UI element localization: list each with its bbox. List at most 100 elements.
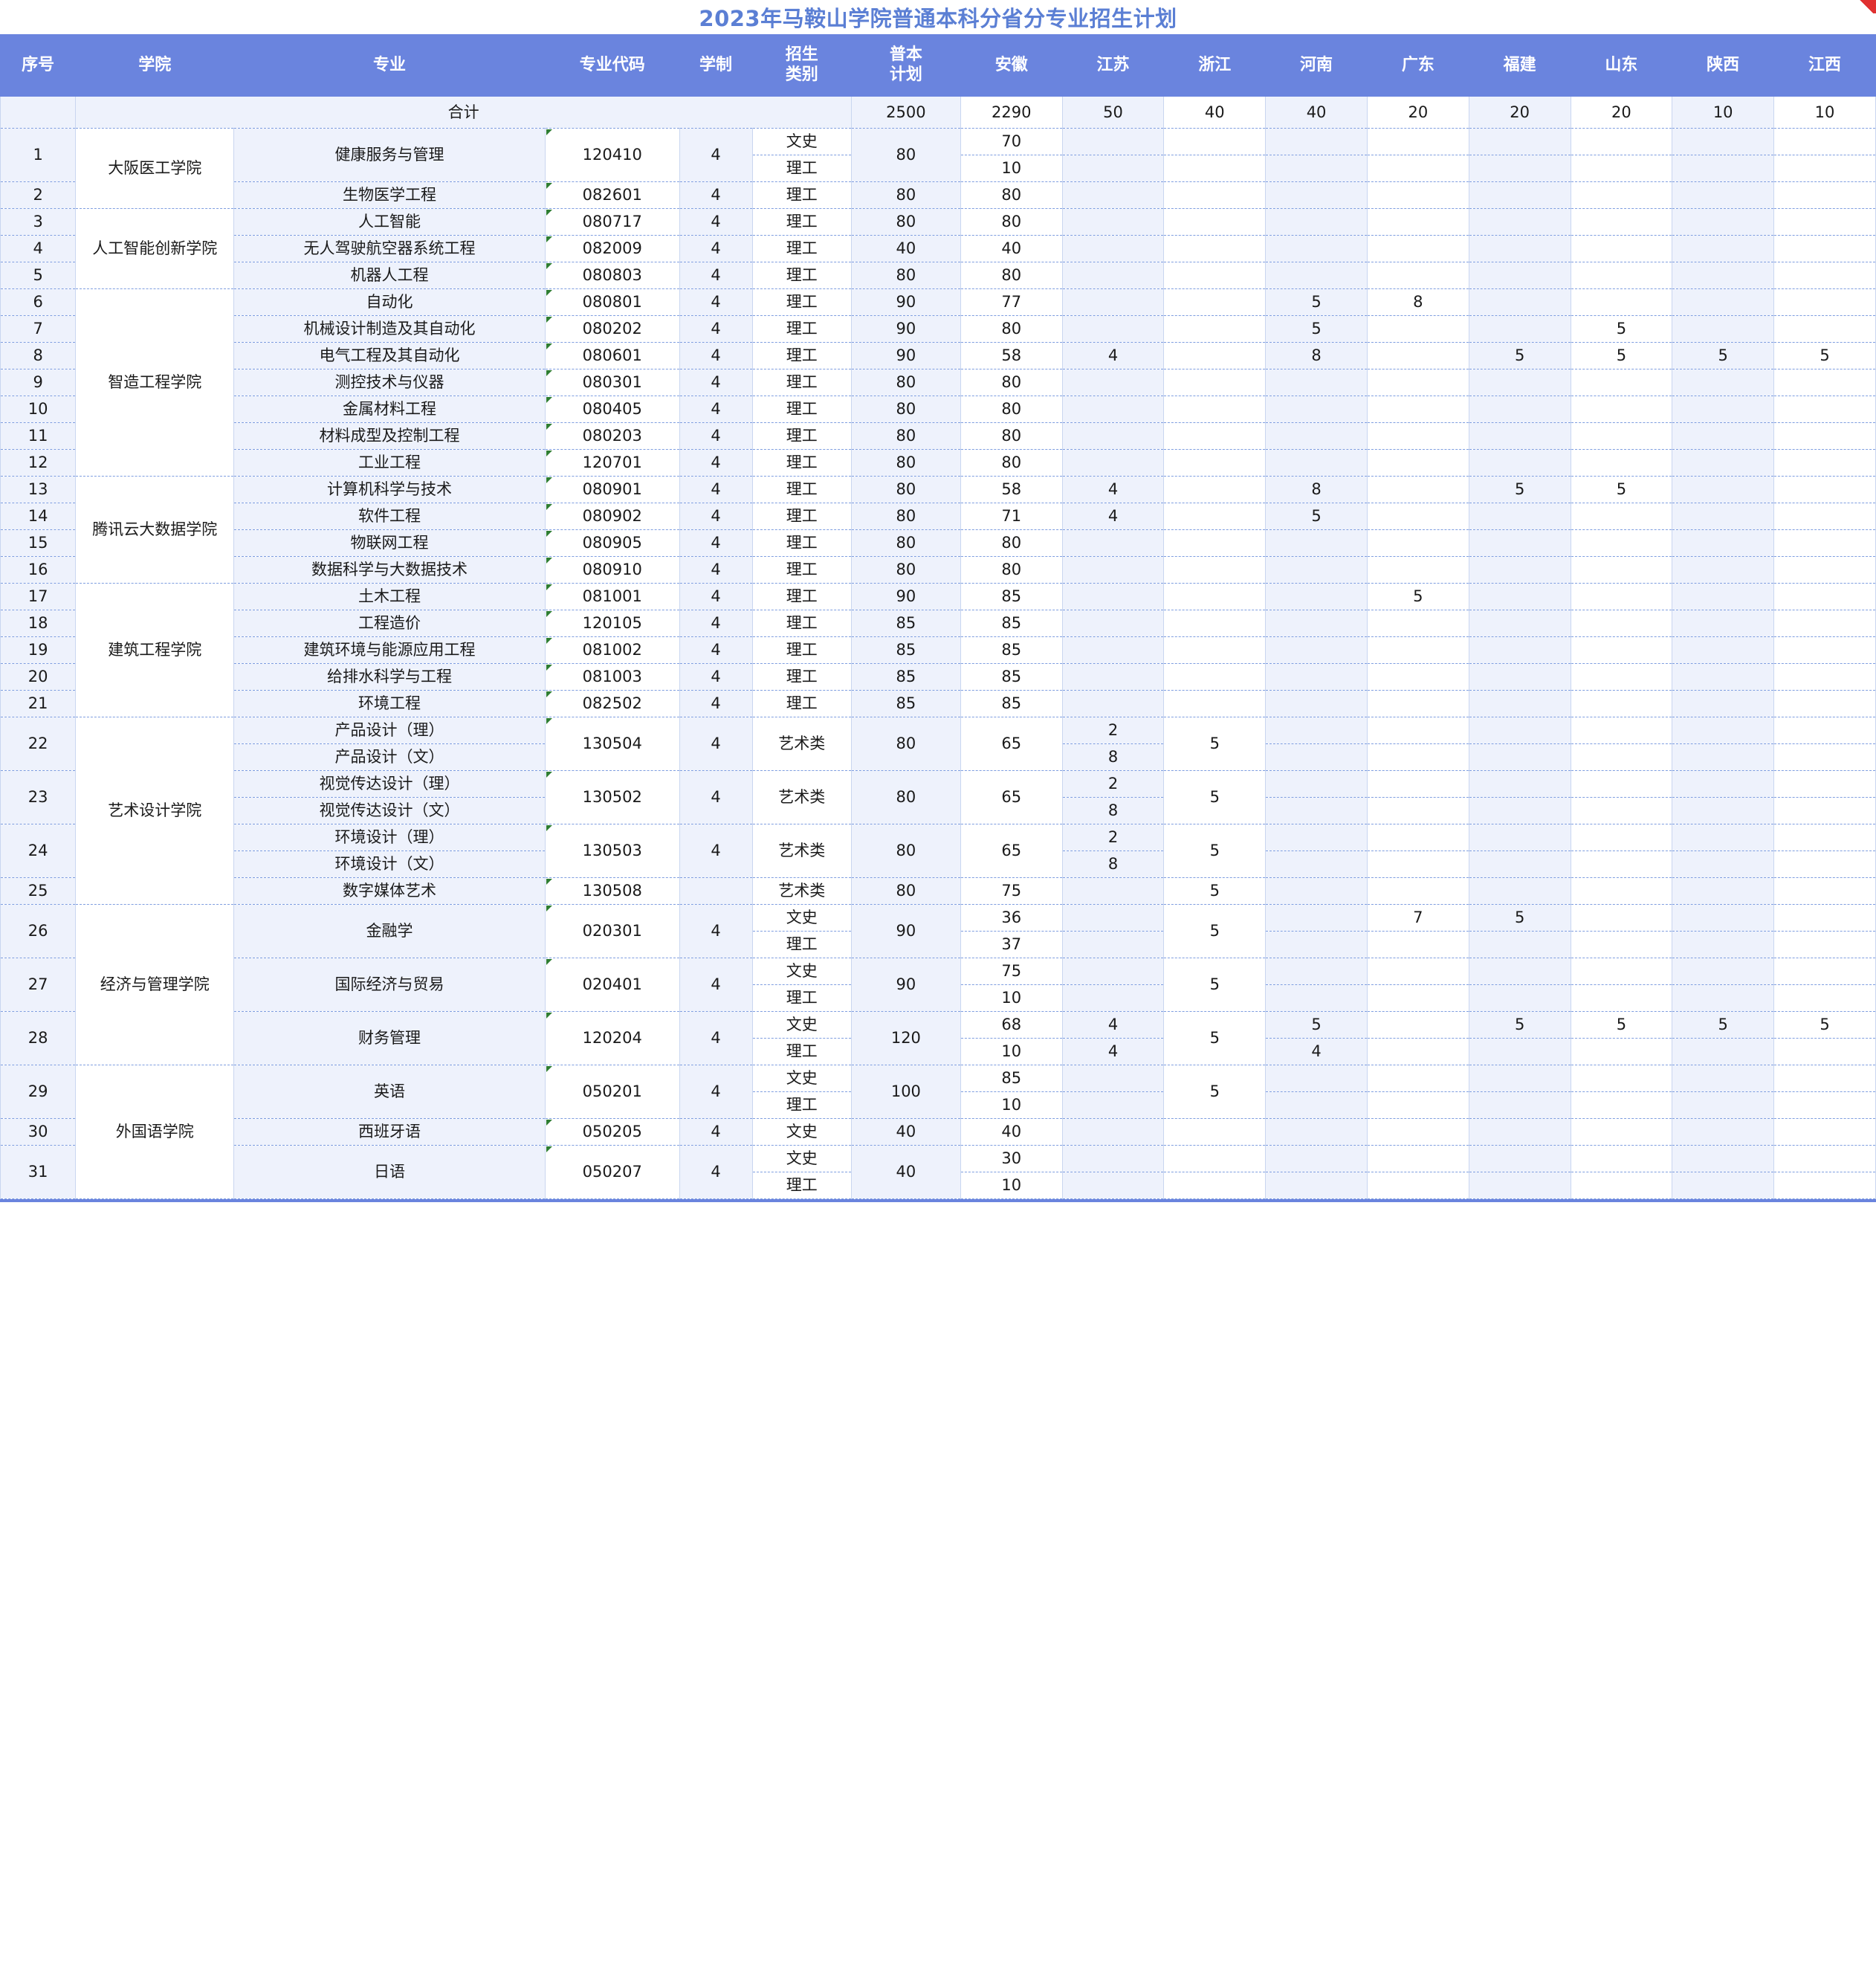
- cell-shandong: [1570, 208, 1673, 236]
- cell-fujian: [1468, 984, 1571, 1012]
- cell-major: 日语: [233, 1145, 546, 1199]
- cell-jiangxi: [1773, 690, 1876, 717]
- cell-fujian: [1468, 1091, 1571, 1119]
- cell-zhejiang: [1163, 181, 1267, 209]
- cell-seq: 18: [0, 610, 77, 637]
- cell-study-years: 4: [679, 529, 753, 557]
- cell-plan-total: 80: [850, 529, 961, 557]
- table-row: 21 环境工程 082502 4 理工 85 85: [0, 690, 1876, 717]
- cell-plan-total: 80: [850, 181, 961, 209]
- cell-fujian: [1468, 797, 1571, 824]
- cell-shaanxi: [1672, 770, 1775, 798]
- cell-guangdong: [1366, 1038, 1469, 1065]
- cell-zhejiang: [1163, 155, 1267, 182]
- cell-jiangsu: [1061, 1145, 1165, 1172]
- cell-anhui: 71: [960, 503, 1063, 530]
- cell-seq: 10: [0, 396, 77, 423]
- cell-guangdong: [1366, 610, 1469, 637]
- cell-zhejiang: 5: [1163, 958, 1267, 1012]
- cell-jiangxi: [1773, 288, 1876, 316]
- cell-seq: 7: [0, 315, 77, 343]
- cell-study-years: 4: [679, 636, 753, 664]
- cell-jiangsu: 8: [1061, 797, 1165, 824]
- column-header-plan-line2: 计划: [889, 65, 922, 84]
- cell-anhui: 58: [960, 342, 1063, 369]
- cell-category: 艺术类: [751, 770, 852, 824]
- cell-jiangxi: [1773, 396, 1876, 423]
- cell-zhejiang: [1163, 369, 1267, 396]
- cell-jiangxi: [1773, 984, 1876, 1012]
- cell-shandong: [1570, 1145, 1673, 1172]
- column-header-seq: 序号: [0, 34, 77, 97]
- cell-fujian: [1468, 583, 1571, 610]
- cell-category: 艺术类: [751, 877, 852, 905]
- cell-major: 西班牙语: [233, 1118, 546, 1146]
- cell-henan: 8: [1265, 476, 1368, 503]
- cell-major-code: 130508: [544, 877, 680, 905]
- cell-henan: [1265, 610, 1368, 637]
- column-header-category-line1: 招生: [785, 45, 818, 65]
- cell-jiangsu: [1061, 262, 1165, 289]
- cell-shaanxi: [1672, 288, 1775, 316]
- cell-category: 文史: [751, 904, 852, 932]
- cell-henan: [1265, 181, 1368, 209]
- cell-anhui: 77: [960, 288, 1063, 316]
- cell-seq: 6: [0, 288, 77, 316]
- cell-henan: [1265, 931, 1368, 958]
- cell-shaanxi: [1672, 396, 1775, 423]
- cell-henan: 5: [1265, 503, 1368, 530]
- cell-henan: [1265, 583, 1368, 610]
- cell-plan-total: 80: [850, 824, 961, 878]
- table-row: 16 数据科学与大数据技术 080910 4 理工 80 80: [0, 556, 1876, 584]
- cell-guangdong: [1366, 717, 1469, 744]
- cell-guangdong: [1366, 396, 1469, 423]
- total-row: 合计 2500 2290 50 40 40 20 20 20 10 10: [0, 96, 1876, 129]
- cell-anhui: 70: [960, 128, 1063, 155]
- cell-anhui: 40: [960, 1118, 1063, 1146]
- cell-college: 艺术设计学院: [75, 717, 235, 905]
- cell-fujian: [1468, 610, 1571, 637]
- cell-category: 艺术类: [751, 824, 852, 878]
- cell-fujian: [1468, 556, 1571, 584]
- cell-major: 财务管理: [233, 1011, 546, 1065]
- total-zhejiang: 40: [1163, 96, 1267, 129]
- column-header-college: 学院: [75, 34, 235, 97]
- cell-major-code: 130503: [544, 824, 680, 878]
- cell-plan-total: 85: [850, 610, 961, 637]
- cell-seq: 14: [0, 503, 77, 530]
- cell-seq: 1: [0, 128, 77, 182]
- cell-zhejiang: [1163, 556, 1267, 584]
- cell-zhejiang: 5: [1163, 770, 1267, 824]
- cell-shandong: [1570, 958, 1673, 985]
- cell-category: 理工: [751, 1172, 852, 1199]
- cell-guangdong: [1366, 262, 1469, 289]
- cell-shandong: [1570, 1172, 1673, 1199]
- cell-shaanxi: [1672, 529, 1775, 557]
- cell-henan: [1265, 449, 1368, 477]
- cell-jiangsu: 4: [1061, 342, 1165, 369]
- cell-study-years: 4: [679, 369, 753, 396]
- cell-zhejiang: 5: [1163, 877, 1267, 905]
- cell-zhejiang: [1163, 262, 1267, 289]
- cell-category: 文史: [751, 1145, 852, 1172]
- cell-henan: [1265, 636, 1368, 664]
- cell-plan-total: 80: [850, 128, 961, 182]
- column-header-fujian: 福建: [1468, 34, 1571, 97]
- cell-shaanxi: [1672, 958, 1775, 985]
- cell-jiangxi: [1773, 1091, 1876, 1119]
- cell-category: 理工: [751, 984, 852, 1012]
- cell-shandong: 5: [1570, 1011, 1673, 1039]
- column-header-plan: 普本 计划: [850, 34, 961, 97]
- cell-category: 理工: [751, 208, 852, 236]
- cell-study-years: 4: [679, 342, 753, 369]
- cell-guangdong: [1366, 1145, 1469, 1172]
- cell-zhejiang: [1163, 476, 1267, 503]
- corner-marker-icon: [1857, 0, 1876, 13]
- cell-anhui: 65: [960, 717, 1063, 771]
- cell-jiangsu: [1061, 529, 1165, 557]
- cell-anhui: 40: [960, 235, 1063, 262]
- table-row: 28 财务管理 120204 4 文史 120 68 4 5 5 5 5 5 5: [0, 1011, 1876, 1065]
- table-row: 12 工业工程 120701 4 理工 80 80: [0, 449, 1876, 477]
- table-row: 14 软件工程 080902 4 理工 80 71 4 5: [0, 503, 1876, 530]
- cell-guangdong: [1366, 128, 1469, 155]
